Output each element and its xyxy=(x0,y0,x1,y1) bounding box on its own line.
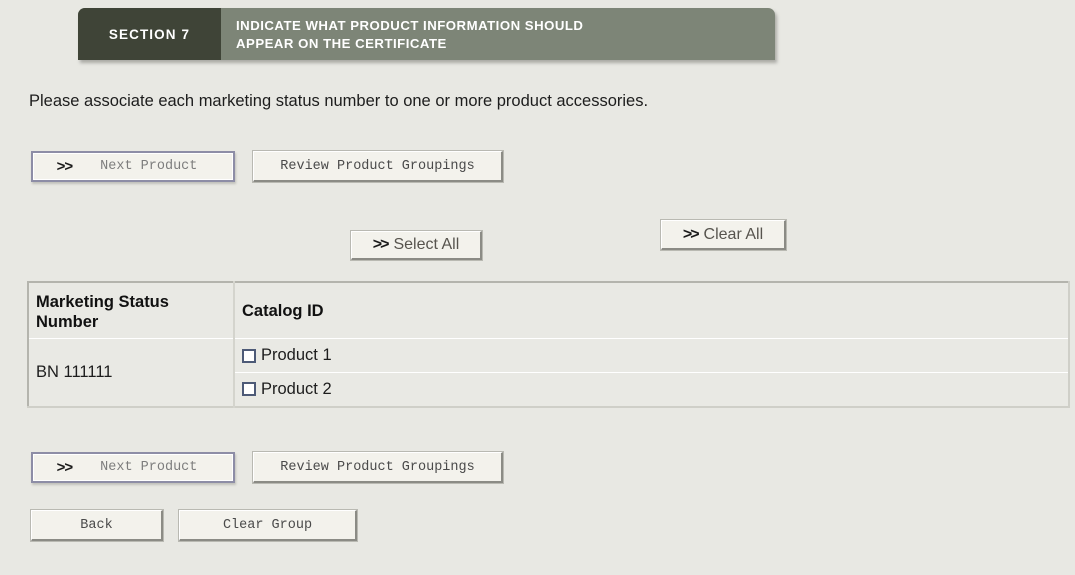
section-title: INDICATE WHAT PRODUCT INFORMATION SHOULD… xyxy=(236,17,756,53)
product-label: Product 2 xyxy=(261,379,332,398)
table-header-status-line2: Number xyxy=(36,313,99,331)
clear-group-label: Clear Group xyxy=(222,517,313,533)
table-row: BN 111111 Product 1 xyxy=(27,338,1070,407)
section-number-label: SECTION 7 xyxy=(108,26,191,42)
table-header-row: Marketing Status Number Catalog ID xyxy=(27,281,1070,339)
product-checkbox[interactable] xyxy=(242,382,256,397)
section-number-block: SECTION 7 xyxy=(78,8,221,60)
product-association-table: Marketing Status Number Catalog ID BN 11… xyxy=(27,281,1070,408)
review-product-groupings-button-top[interactable]: Review Product Groupings xyxy=(252,150,504,183)
chevron-right-icon: >> xyxy=(372,236,390,253)
next-product-label: Next Product xyxy=(100,159,198,174)
review-product-groupings-button-bottom[interactable]: Review Product Groupings xyxy=(252,451,504,484)
marketing-status-number-cell: BN 111111 xyxy=(27,338,235,407)
section-header-banner: SECTION 7 INDICATE WHAT PRODUCT INFORMAT… xyxy=(78,8,775,60)
next-product-label: Next Product xyxy=(100,460,198,475)
section-title-line2: APPEAR ON THE CERTIFICATE xyxy=(236,36,447,51)
next-product-button-bottom[interactable]: >> Next Product xyxy=(31,452,235,483)
chevron-right-icon: >> xyxy=(56,158,74,175)
table-header-cell-catalog: Catalog ID xyxy=(233,281,1070,339)
section-title-line1: INDICATE WHAT PRODUCT INFORMATION SHOULD xyxy=(236,18,584,33)
table-header-status-line1: Marketing Status xyxy=(36,293,169,311)
instruction-text: Please associate each marketing status n… xyxy=(29,92,649,110)
chevron-right-icon: >> xyxy=(682,225,700,243)
select-all-button[interactable]: >> Select All xyxy=(350,230,483,261)
product-label: Product 1 xyxy=(261,346,332,364)
table-header-catalog-label: Catalog ID xyxy=(242,301,324,320)
review-product-groupings-label: Review Product Groupings xyxy=(280,158,475,174)
select-all-label: Select All xyxy=(393,236,460,253)
clear-group-button[interactable]: Clear Group xyxy=(178,509,358,542)
product-checkbox[interactable] xyxy=(242,348,256,363)
back-button[interactable]: Back xyxy=(30,509,164,542)
marketing-status-number-value: BN 111111 xyxy=(36,362,113,381)
chevron-right-icon: >> xyxy=(56,459,74,476)
review-product-groupings-label: Review Product Groupings xyxy=(280,459,475,475)
clear-all-label: Clear All xyxy=(703,225,764,243)
clear-all-button[interactable]: >> Clear All xyxy=(660,219,787,251)
catalog-item-cell: Product 1 xyxy=(233,338,1070,373)
section-header: SECTION 7 INDICATE WHAT PRODUCT INFORMAT… xyxy=(78,8,775,60)
catalog-item-cell: Product 2 xyxy=(233,372,1070,407)
next-product-button-top[interactable]: >> Next Product xyxy=(31,151,235,182)
table-header-cell-status: Marketing Status Number xyxy=(27,281,235,339)
back-label: Back xyxy=(80,517,113,533)
